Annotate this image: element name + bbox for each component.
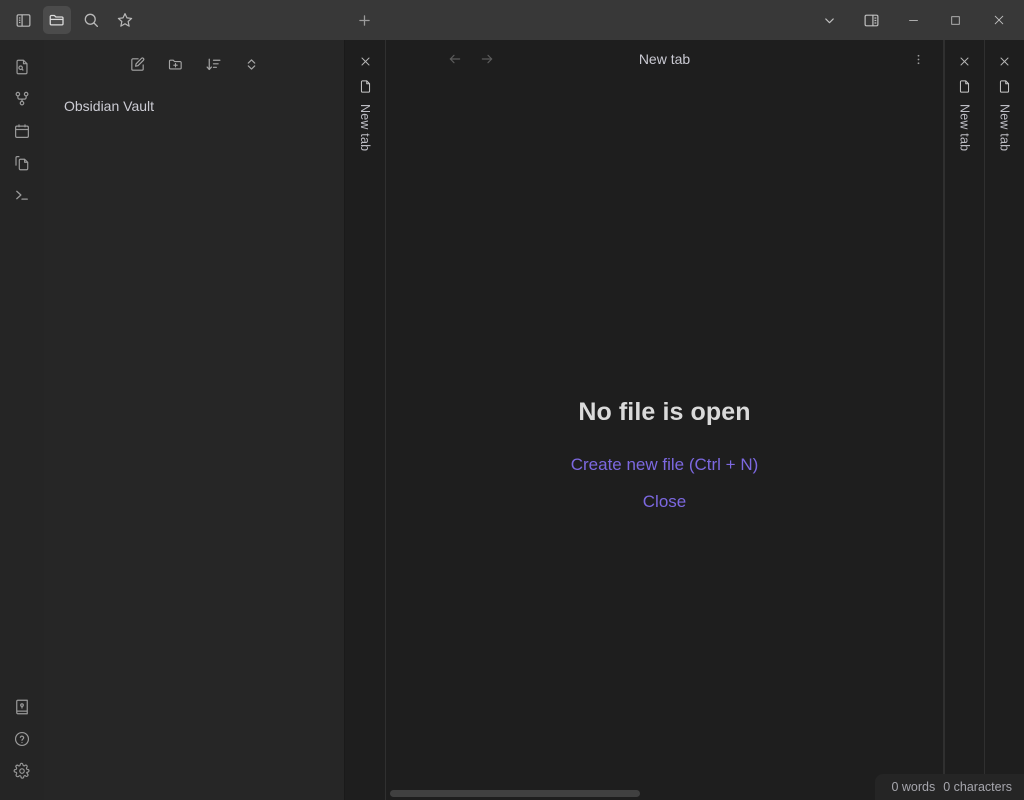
change-sort-order-button[interactable]: [201, 52, 225, 76]
empty-state-title: No file is open: [578, 398, 750, 427]
ribbon-item-graph-view[interactable]: [7, 84, 37, 114]
title-bar: [0, 0, 1024, 40]
new-folder-button[interactable]: [163, 52, 187, 76]
vertical-tab[interactable]: New tab: [984, 40, 1024, 800]
close-window-button[interactable]: [976, 0, 1022, 40]
close-tab-button[interactable]: [958, 50, 971, 72]
toggle-left-sidebar-button[interactable]: [9, 6, 37, 34]
toggle-right-sidebar-button[interactable]: [850, 0, 892, 40]
bookmarks-button[interactable]: [111, 6, 139, 34]
calendar-icon: [13, 122, 31, 140]
navigation-arrows: [444, 48, 498, 70]
copy-files-icon: [13, 154, 31, 172]
maximize-button[interactable]: [934, 0, 976, 40]
ribbon-item-terminal[interactable]: [7, 180, 37, 210]
arrow-left-icon: [447, 51, 463, 67]
vertical-tab[interactable]: New tab: [944, 40, 984, 800]
document-icon: [957, 74, 972, 98]
editor-header: New tab: [386, 40, 943, 78]
tab-label: New tab: [358, 104, 372, 151]
create-new-file-link[interactable]: Create new file (Ctrl + N): [571, 455, 759, 475]
window-controls: [808, 0, 1024, 40]
sidebar-right-icon: [863, 12, 880, 29]
horizontal-scrollbar-thumb[interactable]: [390, 790, 640, 797]
ribbon-item-daily-notes[interactable]: [7, 148, 37, 178]
chevron-down-icon: [822, 13, 837, 28]
gear-icon: [13, 762, 31, 780]
navigate-back-button[interactable]: [444, 48, 466, 70]
minimize-icon: [907, 14, 920, 27]
graph-icon: [13, 90, 31, 108]
editor-more-options-button[interactable]: [907, 48, 929, 70]
status-bar: 0 words 0 characters: [875, 774, 1024, 800]
list-item[interactable]: Obsidian Vault: [44, 92, 344, 120]
more-vertical-icon: [911, 52, 926, 67]
new-folder-icon: [167, 56, 184, 73]
chevrons-updown-icon: [243, 56, 260, 73]
tab-list-dropdown-button[interactable]: [808, 0, 850, 40]
explorer-item-label: Obsidian Vault: [64, 98, 154, 114]
close-tab-button[interactable]: [998, 50, 1011, 72]
ribbon-bottom-items: [7, 692, 37, 800]
title-bar-left-buttons: [0, 6, 139, 34]
app-body: Obsidian Vault: [0, 40, 1024, 800]
vertical-tab[interactable]: New tab: [345, 40, 385, 800]
left-ribbon: [0, 40, 44, 800]
help-circle-icon: [13, 730, 31, 748]
ribbon-item-settings[interactable]: [7, 756, 37, 786]
ribbon-item-quick-switcher[interactable]: [7, 52, 37, 82]
file-explorer-list: Obsidian Vault: [44, 78, 344, 120]
new-tab-button[interactable]: [350, 6, 378, 34]
collapse-expand-all-button[interactable]: [239, 52, 263, 76]
folder-icon: [48, 11, 66, 29]
document-icon: [997, 74, 1012, 98]
close-tab-button[interactable]: [359, 50, 372, 72]
file-explorer-toolbar: [44, 40, 344, 78]
tab-label: New tab: [998, 104, 1012, 151]
terminal-icon: [13, 186, 31, 204]
horizontal-scrollbar[interactable]: [386, 786, 943, 800]
arrow-right-icon: [479, 51, 495, 67]
right-vertical-tab-strip: New tab: [944, 40, 1024, 800]
editor-pane: New tab No file is open Create new file …: [385, 40, 944, 800]
editor-region: New tab: [345, 40, 1024, 800]
close-icon: [998, 55, 1011, 68]
navigate-forward-button[interactable]: [476, 48, 498, 70]
file-search-icon: [13, 58, 31, 76]
close-icon: [992, 13, 1006, 27]
minimize-button[interactable]: [892, 0, 934, 40]
tab-label: New tab: [958, 104, 972, 151]
sort-icon: [205, 56, 222, 73]
plus-icon: [356, 12, 373, 29]
document-icon: [358, 74, 373, 98]
close-icon: [958, 55, 971, 68]
obsidian-app-window: Obsidian Vault: [0, 0, 1024, 800]
maximize-icon: [949, 14, 962, 27]
ribbon-item-help[interactable]: [7, 724, 37, 754]
search-icon: [82, 11, 100, 29]
ribbon-item-vault-switcher[interactable]: [7, 692, 37, 722]
folder-button[interactable]: [43, 6, 71, 34]
vault-icon: [13, 698, 31, 716]
sidebar-left-icon: [15, 12, 32, 29]
status-word-count[interactable]: 0 words: [891, 780, 935, 794]
left-vertical-tab-strip: New tab: [345, 40, 385, 800]
close-pane-link[interactable]: Close: [643, 492, 686, 512]
status-character-count[interactable]: 0 characters: [943, 780, 1012, 794]
star-icon: [116, 11, 134, 29]
editor-empty-state: No file is open Create new file (Ctrl + …: [386, 78, 943, 786]
file-explorer-panel: Obsidian Vault: [44, 40, 345, 800]
new-note-icon: [129, 56, 146, 73]
new-note-button[interactable]: [125, 52, 149, 76]
search-button[interactable]: [77, 6, 105, 34]
close-icon: [359, 55, 372, 68]
ribbon-item-calendar[interactable]: [7, 116, 37, 146]
